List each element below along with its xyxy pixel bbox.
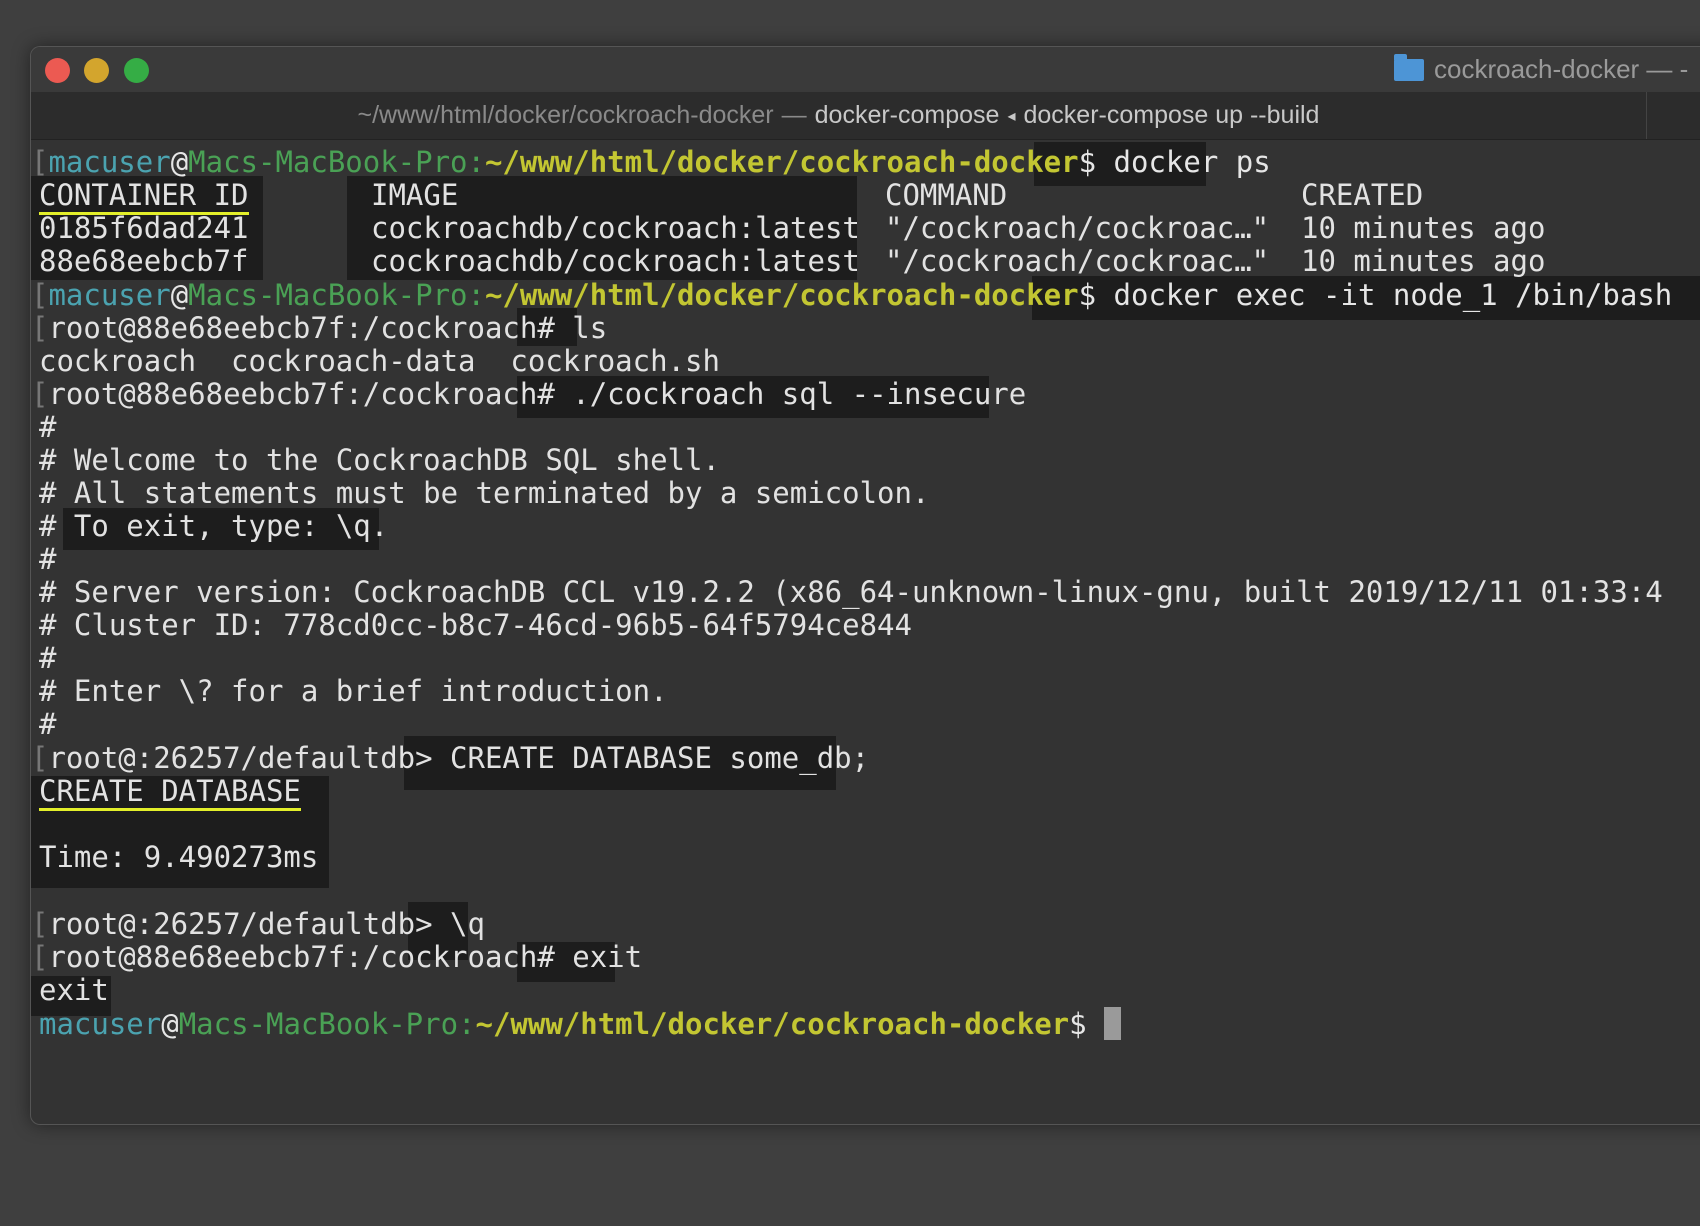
banner-line-version: # Server version: CockroachDB CCL v19.2.… — [39, 575, 1663, 609]
tab-command: docker-compose up --build — [1023, 101, 1320, 129]
prompt-line-final[interactable]: macuser@Macs-MacBook-Pro:~/www/html/dock… — [39, 1006, 1122, 1042]
command-sql: ./cockroach sql --insecure — [572, 377, 1027, 411]
prompt-line-2: [macuser@Macs-MacBook-Pro:~/www/html/doc… — [31, 278, 1673, 312]
command-exit: exit — [572, 940, 643, 974]
sql-prompt-quit: [root@:26257/defaultdb> \q — [31, 907, 485, 941]
tab-bar: ~/www/html/docker/cockroach-docker — doc… — [31, 92, 1700, 140]
terminal-content[interactable]: [macuser@Macs-MacBook-Pro:~/www/html/doc… — [31, 140, 1700, 1124]
command-create-db: CREATE DATABASE some_db; — [450, 741, 870, 775]
table-row-2-image: cockroachdb/cockroach:latest — [371, 244, 860, 278]
prompt-line-1: [macuser@Macs-MacBook-Pro:~/www/html/doc… — [31, 145, 1271, 179]
tab-process: docker-compose — [814, 101, 1000, 129]
header-command: COMMAND — [885, 178, 1008, 212]
tab-arrow-icon: ◂ — [1007, 107, 1016, 125]
table-row-2-command: "/cockroach/cockroac…" — [885, 244, 1270, 278]
banner-line-intro: # Enter \? for a brief introduction. — [39, 674, 668, 708]
root-prompt-sql: [root@88e68eebcb7f:/cockroach# ./cockroa… — [31, 377, 1027, 411]
window-title: cockroach-docker — - — [1394, 53, 1689, 85]
exit-hint: To exit, type: \q. — [73, 509, 389, 543]
time-result: Time: 9.490273ms — [39, 840, 319, 874]
tab-path: ~/www/html/docker/cockroach-docker — [357, 101, 774, 129]
header-image: IMAGE — [371, 178, 459, 212]
title-bar: cockroach-docker — - — [31, 47, 1700, 93]
table-row-1-image: cockroachdb/cockroach:latest — [371, 211, 860, 245]
banner-line: # — [39, 707, 57, 741]
header-created: CREATED — [1301, 178, 1424, 212]
command-ls: ls — [572, 311, 608, 345]
command-docker-exec: docker exec -it node_1 /bin/bash — [1113, 278, 1673, 312]
table-row-2-id: 88e68eebcb7f — [39, 244, 249, 278]
banner-line-exit: # To exit, type: \q. — [39, 509, 389, 543]
banner-line: # All statements must be terminated by a… — [39, 476, 930, 510]
banner-line: # Welcome to the CockroachDB SQL shell. — [39, 443, 720, 477]
sql-prompt-create: [root@:26257/defaultdb> CREATE DATABASE … — [31, 741, 870, 775]
banner-line: # — [39, 410, 57, 444]
ls-output: cockroach cockroach-data cockroach.sh — [39, 344, 720, 378]
table-row-1-command: "/cockroach/cockroac…" — [885, 211, 1270, 245]
table-row-1-id: 0185f6dad241 — [39, 211, 249, 245]
tab-separator: — — [781, 101, 807, 129]
zoom-button[interactable] — [124, 58, 149, 83]
tab-docker-compose[interactable]: ~/www/html/docker/cockroach-docker — doc… — [31, 92, 1647, 139]
create-result: CREATE DATABASE — [39, 773, 301, 811]
exit-output: exit — [39, 973, 109, 1007]
window-title-text: cockroach-docker — - — [1434, 54, 1689, 84]
root-prompt-ls: [root@88e68eebcb7f:/cockroach# ls — [31, 311, 608, 345]
folder-icon — [1394, 53, 1424, 81]
header-container-id: CONTAINER ID — [39, 177, 249, 215]
minimize-button[interactable] — [84, 58, 109, 83]
banner-line: # — [39, 641, 57, 675]
table-row-2-created: 10 minutes ago — [1301, 244, 1546, 278]
cursor-icon — [1104, 1007, 1122, 1040]
command-docker-ps: docker ps — [1113, 145, 1271, 179]
terminal-window: cockroach-docker — - ~/www/html/docker/c… — [30, 46, 1700, 1125]
root-prompt-exit: [root@88e68eebcb7f:/cockroach# exit — [31, 940, 643, 974]
banner-line-cluster: # Cluster ID: 778cd0cc-b8c7-46cd-96b5-64… — [39, 608, 912, 642]
close-button[interactable] — [45, 58, 70, 83]
table-row-1-created: 10 minutes ago — [1301, 211, 1546, 245]
command-quit: \q — [450, 907, 485, 941]
banner-line: # — [39, 542, 57, 576]
